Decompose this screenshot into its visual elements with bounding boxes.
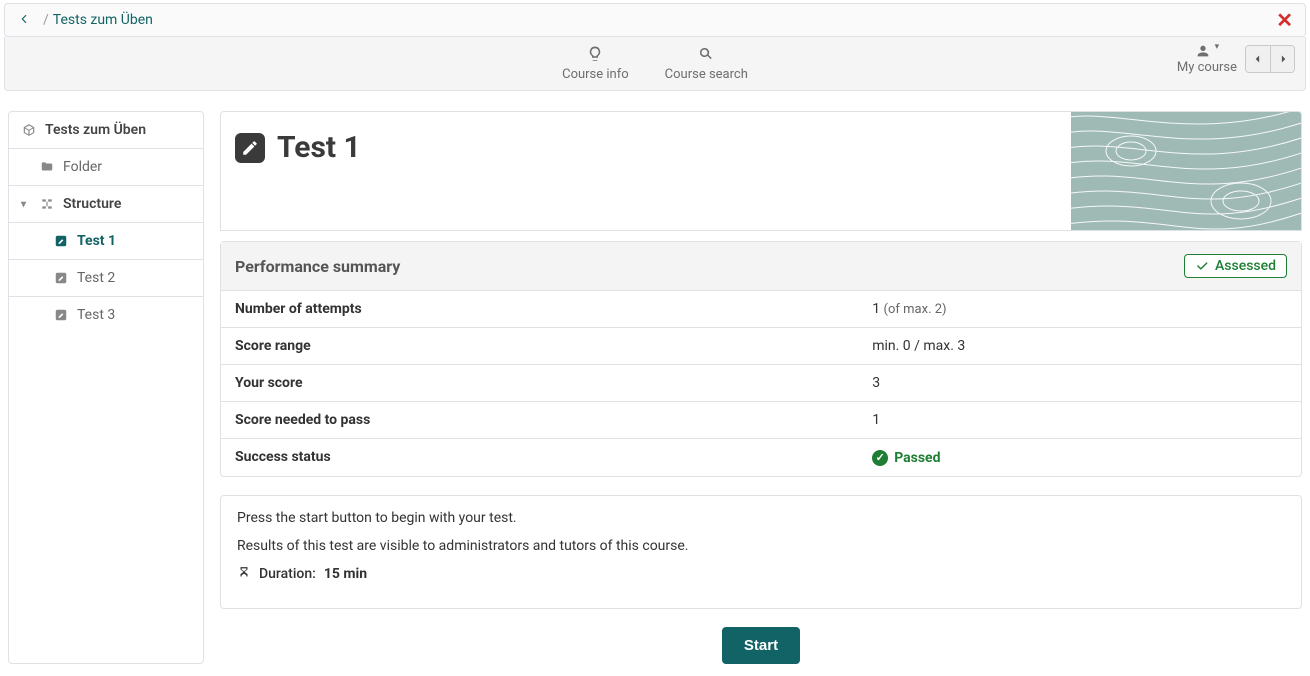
search-icon bbox=[697, 45, 715, 65]
hero: Test 1 bbox=[220, 111, 1302, 231]
needed-value: 1 bbox=[858, 402, 1301, 439]
edit-square-icon bbox=[235, 133, 265, 163]
needed-label: Score needed to pass bbox=[221, 402, 858, 439]
toolbar: Course info Course search ▾ My course bbox=[4, 37, 1306, 91]
sidebar-root[interactable]: Tests zum Üben bbox=[9, 112, 203, 149]
info-line-1: Press the start button to begin with you… bbox=[237, 510, 1285, 526]
folder-icon bbox=[39, 160, 55, 174]
breadcrumb-separator: / bbox=[39, 12, 53, 28]
back-icon[interactable] bbox=[17, 12, 39, 28]
my-course-menu[interactable]: ▾ My course bbox=[1177, 43, 1237, 75]
sidebar-item-test1[interactable]: Test 1 bbox=[9, 223, 203, 260]
assessed-badge-label: Assessed bbox=[1215, 258, 1276, 274]
table-row: Score needed to pass 1 bbox=[221, 402, 1301, 439]
sidebar-structure-label: Structure bbox=[63, 196, 121, 212]
status-label: Success status bbox=[221, 439, 858, 476]
caret-down-icon: ▾ bbox=[21, 199, 31, 210]
duration-line: Duration: 15 min bbox=[237, 566, 1285, 582]
edit-square-icon bbox=[53, 308, 69, 322]
side-panel: Tests zum Üben Folder ▾ Structure Test 1 bbox=[8, 111, 204, 664]
info-line-2: Results of this test are visible to admi… bbox=[237, 538, 1285, 554]
duration-label: Duration: bbox=[259, 566, 316, 582]
course-search-label: Course search bbox=[665, 67, 748, 82]
person-icon: ▾ bbox=[1195, 43, 1220, 60]
table-row: Number of attempts 1 (of max. 2) bbox=[221, 291, 1301, 328]
info-box: Press the start button to begin with you… bbox=[220, 495, 1302, 609]
attempts-value: 1 (of max. 2) bbox=[858, 291, 1301, 328]
course-search-button[interactable]: Course search bbox=[665, 45, 748, 82]
nav-prev-button[interactable] bbox=[1246, 46, 1270, 72]
page-title: Test 1 bbox=[221, 112, 375, 183]
your-score-label: Your score bbox=[221, 365, 858, 402]
main-content: Test 1 bbox=[220, 111, 1302, 664]
sidebar-folder-label: Folder bbox=[63, 159, 102, 175]
attempts-label: Number of attempts bbox=[221, 291, 858, 328]
start-button[interactable]: Start bbox=[722, 627, 800, 664]
attempts-number: 1 bbox=[872, 301, 880, 317]
my-course-label: My course bbox=[1177, 60, 1237, 75]
range-value: min. 0 / max. 3 bbox=[858, 328, 1301, 365]
status-text: Passed bbox=[894, 450, 940, 466]
breadcrumb-bar: / Tests zum Üben ✕ bbox=[4, 3, 1306, 37]
sidebar-item-test3[interactable]: Test 3 bbox=[9, 297, 203, 333]
sidebar-folder[interactable]: Folder bbox=[9, 149, 203, 186]
toolbar-center: Course info Course search bbox=[562, 45, 748, 82]
summary-table: Number of attempts 1 (of max. 2) Score r… bbox=[221, 291, 1301, 476]
table-row: Score range min. 0 / max. 3 bbox=[221, 328, 1301, 365]
sidebar-item-label: Test 1 bbox=[77, 233, 116, 249]
sidebar-item-label: Test 2 bbox=[77, 270, 115, 286]
status-value: ✓ Passed bbox=[858, 439, 1301, 476]
breadcrumb-item[interactable]: Tests zum Üben bbox=[53, 12, 153, 28]
start-wrap: Start bbox=[220, 627, 1302, 664]
sidebar-item-label: Test 3 bbox=[77, 307, 115, 323]
nav-group bbox=[1245, 45, 1295, 73]
table-row: Your score 3 bbox=[221, 365, 1301, 402]
table-row: Success status ✓ Passed bbox=[221, 439, 1301, 476]
course-info-button[interactable]: Course info bbox=[562, 45, 629, 82]
box-icon bbox=[21, 123, 37, 137]
summary-panel: Performance summary Assessed Number of a… bbox=[220, 241, 1302, 477]
check-circle-icon: ✓ bbox=[872, 450, 888, 466]
edit-square-icon bbox=[53, 234, 69, 248]
summary-title: Performance summary bbox=[235, 257, 400, 276]
attempts-suffix: (of max. 2) bbox=[884, 302, 947, 317]
sidebar-structure[interactable]: ▾ Structure bbox=[9, 186, 203, 223]
layout: Tests zum Üben Folder ▾ Structure Test 1 bbox=[0, 91, 1310, 676]
hourglass-icon bbox=[237, 566, 251, 582]
chevron-down-icon: ▾ bbox=[1215, 42, 1220, 52]
close-icon[interactable]: ✕ bbox=[1276, 10, 1293, 30]
duration-value: 15 min bbox=[324, 566, 367, 582]
lightbulb-icon bbox=[586, 45, 604, 65]
sidebar-item-test2[interactable]: Test 2 bbox=[9, 260, 203, 297]
edit-square-icon bbox=[53, 271, 69, 285]
range-label: Score range bbox=[221, 328, 858, 365]
page-title-text: Test 1 bbox=[277, 130, 361, 165]
your-score-value: 3 bbox=[858, 365, 1301, 402]
structure-icon bbox=[39, 197, 55, 211]
sidebar-root-label: Tests zum Üben bbox=[45, 122, 146, 138]
assessed-badge: Assessed bbox=[1184, 254, 1287, 278]
course-info-label: Course info bbox=[562, 67, 629, 82]
summary-header: Performance summary Assessed bbox=[221, 242, 1301, 291]
check-icon bbox=[1195, 259, 1209, 273]
nav-next-button[interactable] bbox=[1270, 46, 1294, 72]
toolbar-right: ▾ My course bbox=[1177, 43, 1295, 75]
hero-art bbox=[1071, 112, 1301, 230]
